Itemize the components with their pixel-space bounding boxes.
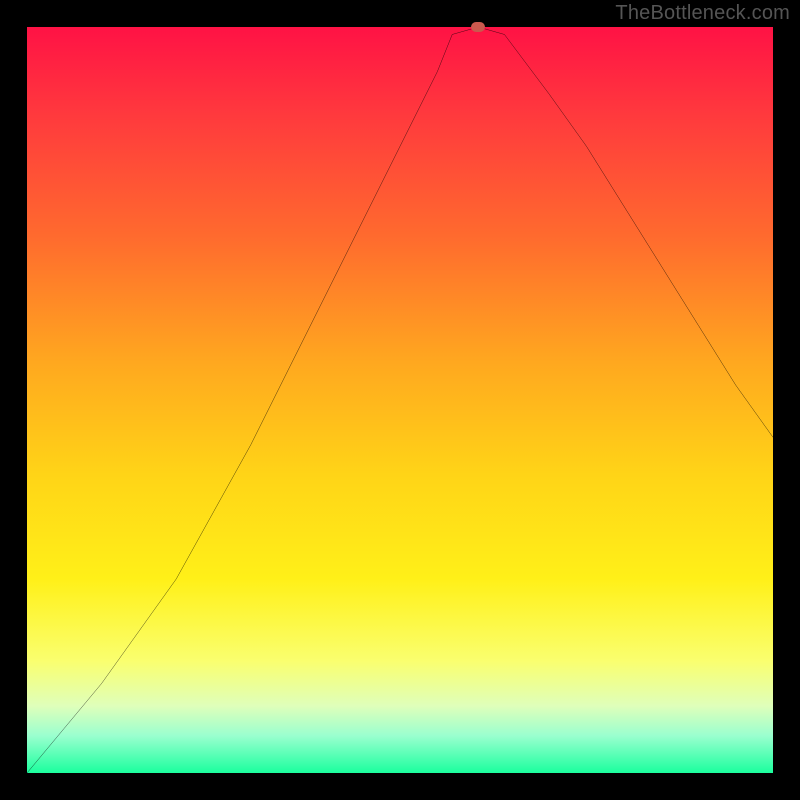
minimum-marker xyxy=(471,22,485,32)
bottleneck-curve xyxy=(27,27,773,773)
watermark-text: TheBottleneck.com xyxy=(615,2,790,25)
curve-path xyxy=(27,27,773,773)
plot-area xyxy=(27,27,773,773)
chart-container: TheBottleneck.com xyxy=(0,0,800,800)
